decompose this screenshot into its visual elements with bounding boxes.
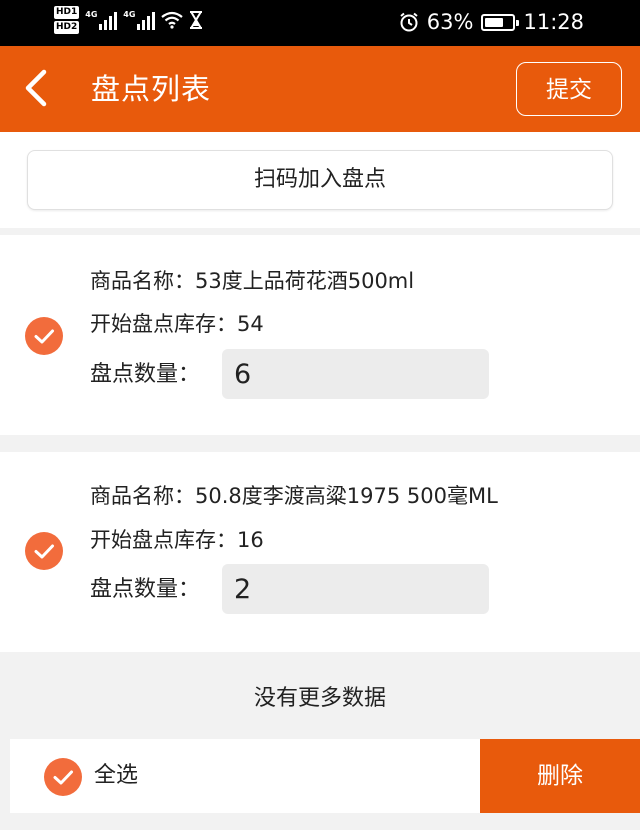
signal-icon-2: 4G bbox=[123, 10, 156, 30]
hd2-badge: HD2 bbox=[54, 21, 80, 34]
item-name-value: 50.8度李渡高粱1975 500毫ML bbox=[195, 484, 498, 508]
app-header: 盘点列表 提交 bbox=[0, 46, 640, 132]
item-name-row: 商品名称：50.8度李渡高粱1975 500毫ML bbox=[90, 482, 498, 510]
submit-button[interactable]: 提交 bbox=[516, 62, 622, 116]
chevron-left-icon[interactable] bbox=[20, 68, 56, 108]
no-more-data-text: 没有更多数据 bbox=[253, 686, 386, 711]
network-type-label-2: 4G bbox=[123, 10, 136, 19]
signal-icon: 4G bbox=[85, 10, 118, 30]
wifi-icon bbox=[161, 11, 183, 29]
hd-badges: HD1 HD2 bbox=[54, 6, 80, 34]
scan-to-add-button[interactable]: 扫码加入盘点 bbox=[27, 150, 613, 210]
item-qty-input[interactable] bbox=[222, 564, 489, 614]
item-stock-row: 开始盘点库存：54 bbox=[90, 310, 264, 338]
item-stock-row: 开始盘点库存：16 bbox=[90, 526, 264, 554]
clock: 11:28 bbox=[523, 10, 584, 34]
status-right: 63% 11:28 bbox=[399, 10, 584, 34]
battery-icon bbox=[481, 13, 520, 31]
item-name-label: 商品名称： bbox=[90, 484, 195, 508]
hd1-badge: HD1 bbox=[54, 6, 80, 19]
item-checkbox[interactable] bbox=[25, 532, 63, 570]
item-stock-value: 54 bbox=[237, 312, 264, 336]
status-bar: HD1 HD2 4G 4G 63% 11:28 bbox=[0, 0, 640, 46]
item-stock-label: 开始盘点库存： bbox=[90, 312, 237, 336]
item-qty-label: 盘点数量： bbox=[90, 362, 201, 387]
item-name-value: 53度上品荷花酒500ml bbox=[195, 269, 415, 293]
checkmark-icon bbox=[34, 544, 54, 559]
hourglass-icon bbox=[190, 11, 203, 29]
checkmark-icon bbox=[53, 770, 73, 785]
inventory-item-card: 商品名称：50.8度李渡高粱1975 500毫ML 开始盘点库存：16 盘点数量… bbox=[0, 452, 640, 652]
select-all-label[interactable]: 全选 bbox=[94, 761, 138, 791]
item-checkbox[interactable] bbox=[25, 317, 63, 355]
select-all-checkbox[interactable] bbox=[44, 758, 82, 796]
inventory-item-card: 商品名称：53度上品荷花酒500ml 开始盘点库存：54 盘点数量： bbox=[0, 235, 640, 435]
status-left: HD1 HD2 4G 4G bbox=[54, 6, 203, 34]
item-name-row: 商品名称：53度上品荷花酒500ml bbox=[90, 267, 414, 295]
page-title: 盘点列表 bbox=[91, 72, 212, 106]
network-type-label: 4G bbox=[85, 10, 98, 19]
battery-percent: 63% bbox=[426, 10, 474, 34]
delete-button[interactable]: 删除 bbox=[480, 739, 640, 813]
item-qty-label: 盘点数量： bbox=[90, 577, 201, 602]
item-qty-input[interactable] bbox=[222, 349, 489, 399]
item-stock-value: 16 bbox=[237, 528, 264, 552]
item-stock-label: 开始盘点库存： bbox=[90, 528, 237, 552]
item-name-label: 商品名称： bbox=[90, 269, 195, 293]
checkmark-icon bbox=[34, 329, 54, 344]
alarm-icon bbox=[400, 12, 418, 32]
